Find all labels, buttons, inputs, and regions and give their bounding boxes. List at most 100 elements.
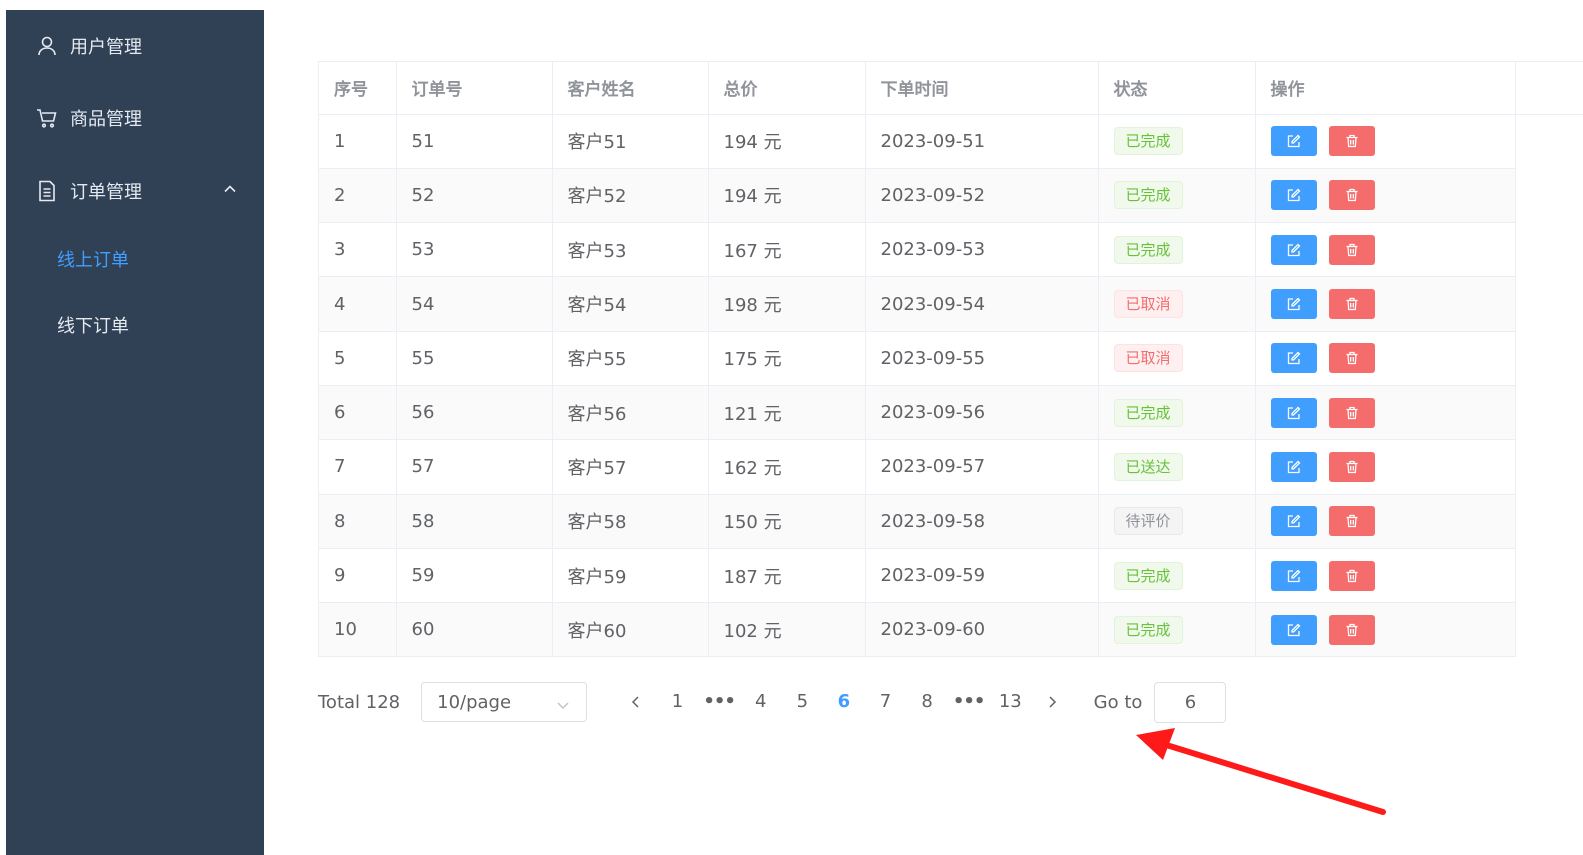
submenu-item-offline-orders[interactable]: 线下订单 — [6, 301, 264, 349]
cell-status: 已完成 — [1098, 222, 1256, 278]
cell-order-no: 57 — [396, 439, 553, 495]
pagination-ellipsis[interactable]: ••• — [948, 682, 990, 722]
cell-total: 102 元 — [708, 602, 866, 658]
cell-total: 194 元 — [708, 168, 866, 224]
page-number-button[interactable]: 6 — [823, 682, 865, 722]
pagination-ellipsis[interactable]: ••• — [698, 682, 740, 722]
table-row: 3 53 客户53 167 元 2023-09-53 已完成 — [319, 222, 1516, 278]
edit-icon — [1287, 514, 1300, 528]
edit-icon — [1287, 297, 1300, 311]
cell-status: 已取消 — [1098, 331, 1256, 386]
edit-button[interactable] — [1270, 234, 1317, 265]
page-number-button[interactable]: 4 — [740, 682, 782, 722]
page-number-button[interactable]: 13 — [989, 682, 1031, 722]
menu-item-user-management[interactable]: 用户管理 — [6, 18, 264, 74]
cell-order-time: 2023-09-60 — [865, 602, 1099, 658]
cell-index: 3 — [319, 222, 397, 278]
delete-button[interactable] — [1328, 180, 1375, 211]
column-header-total: 总价 — [708, 62, 866, 115]
page-number-button[interactable]: 5 — [782, 682, 824, 722]
cell-order-no: 51 — [396, 114, 553, 169]
cell-order-time: 2023-09-58 — [865, 494, 1099, 549]
trash-icon — [1346, 569, 1357, 582]
edit-button[interactable] — [1270, 560, 1317, 591]
trash-icon — [1346, 623, 1357, 636]
cell-index: 10 — [319, 602, 397, 658]
cell-status: 已取消 — [1098, 276, 1256, 332]
delete-button[interactable] — [1328, 126, 1375, 157]
cell-total: 150 元 — [708, 494, 866, 549]
cell-customer: 客户51 — [552, 114, 709, 169]
cell-order-no: 55 — [396, 331, 553, 386]
user-icon — [36, 35, 58, 57]
page-number-button[interactable]: 8 — [906, 682, 948, 722]
cell-order-no: 59 — [396, 548, 553, 604]
cell-order-no: 53 — [396, 222, 553, 278]
cell-order-time: 2023-09-57 — [865, 439, 1099, 495]
delete-button[interactable] — [1328, 343, 1375, 374]
cell-total: 162 元 — [708, 439, 866, 495]
cell-index: 9 — [319, 548, 397, 604]
delete-button[interactable] — [1328, 289, 1375, 320]
cell-index: 2 — [319, 168, 397, 224]
page-number-button[interactable]: 1 — [657, 682, 699, 722]
cell-actions — [1255, 222, 1516, 278]
status-badge: 已完成 — [1113, 561, 1183, 590]
cell-order-time: 2023-09-59 — [865, 548, 1099, 604]
menu-item-label: 商品管理 — [70, 109, 142, 130]
cell-actions — [1255, 548, 1516, 604]
cell-actions — [1255, 276, 1516, 332]
cell-order-time: 2023-09-55 — [865, 331, 1099, 386]
delete-button[interactable] — [1328, 560, 1375, 591]
cell-customer: 客户55 — [552, 331, 709, 386]
menu-item-order-management[interactable]: 订单管理 — [6, 163, 264, 219]
edit-button[interactable] — [1270, 180, 1317, 211]
status-badge: 已完成 — [1113, 398, 1183, 427]
status-badge: 已送达 — [1113, 452, 1183, 481]
submenu-item-online-orders[interactable]: 线上订单 — [6, 235, 264, 283]
prev-page-button[interactable] — [615, 682, 657, 722]
edit-button[interactable] — [1270, 506, 1317, 537]
delete-button[interactable] — [1328, 451, 1375, 482]
trash-icon — [1346, 460, 1357, 474]
cell-order-no: 58 — [396, 494, 553, 549]
delete-button[interactable] — [1328, 614, 1375, 645]
cell-customer: 客户58 — [552, 494, 709, 549]
cell-actions — [1255, 114, 1516, 169]
menu-item-product-management[interactable]: 商品管理 — [6, 90, 264, 146]
table-row: 5 55 客户55 175 元 2023-09-55 已取消 — [319, 331, 1516, 386]
status-badge: 已完成 — [1113, 235, 1183, 264]
edit-button[interactable] — [1270, 397, 1317, 428]
delete-button[interactable] — [1328, 234, 1375, 265]
delete-button[interactable] — [1328, 397, 1375, 428]
cell-index: 6 — [319, 385, 397, 441]
cell-index: 1 — [319, 114, 397, 169]
edit-button[interactable] — [1270, 451, 1317, 482]
page-size-select[interactable]: 10/page — [421, 682, 588, 722]
table-row: 4 54 客户54 198 元 2023-09-54 已取消 — [319, 276, 1516, 332]
sidebar: 用户管理 商品管理 订单管理 线上订单 线下订单 — [6, 10, 264, 855]
cell-order-time: 2023-09-53 — [865, 222, 1099, 278]
next-page-button[interactable] — [1031, 682, 1073, 722]
cell-status: 已送达 — [1098, 439, 1256, 495]
column-header-actions: 操作 — [1255, 62, 1516, 115]
edit-button[interactable] — [1270, 614, 1317, 645]
edit-button[interactable] — [1270, 289, 1317, 320]
cell-total: 121 元 — [708, 385, 866, 441]
page-size-value: 10/page — [437, 691, 512, 713]
page-number-button[interactable]: 7 — [865, 682, 907, 722]
cell-order-no: 52 — [396, 168, 553, 224]
status-badge: 已取消 — [1113, 290, 1183, 319]
table-row: 9 59 客户59 187 元 2023-09-59 已完成 — [319, 548, 1516, 604]
cell-status: 已完成 — [1098, 168, 1256, 224]
cell-index: 7 — [319, 439, 397, 495]
edit-button[interactable] — [1270, 343, 1317, 374]
cell-status: 已完成 — [1098, 602, 1256, 658]
cell-status: 已完成 — [1098, 548, 1256, 604]
trash-icon — [1346, 352, 1357, 365]
goto-page-input[interactable] — [1154, 681, 1227, 723]
cell-total: 194 元 — [708, 114, 866, 169]
edit-button[interactable] — [1270, 126, 1317, 157]
status-badge: 已取消 — [1113, 344, 1183, 373]
delete-button[interactable] — [1328, 506, 1375, 537]
